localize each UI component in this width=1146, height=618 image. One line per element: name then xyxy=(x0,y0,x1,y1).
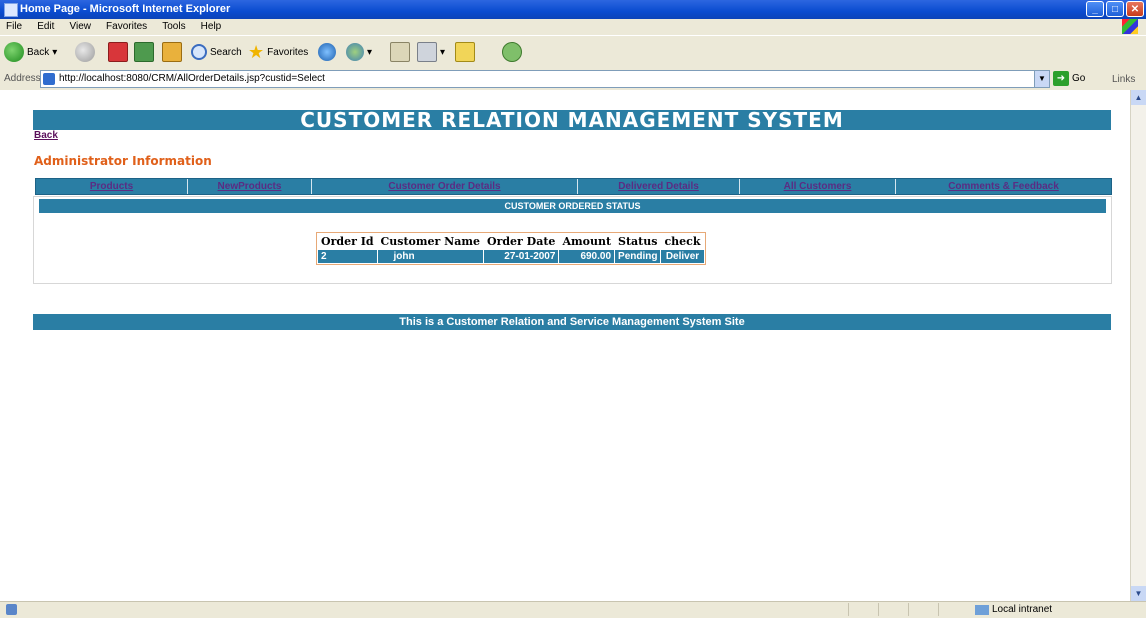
chevron-down-icon[interactable]: ▾ xyxy=(52,47,57,58)
print-icon xyxy=(417,42,437,62)
go-arrow-icon: ➜ xyxy=(1053,71,1069,86)
refresh-icon xyxy=(134,42,154,62)
header-order-id: Order Id xyxy=(318,234,377,249)
minimize-button[interactable]: _ xyxy=(1086,1,1104,17)
refresh-button[interactable] xyxy=(134,41,154,63)
security-zone: Local intranet xyxy=(975,604,1052,615)
header-order-date: Order Date xyxy=(483,234,559,249)
messenger-icon xyxy=(502,42,522,62)
cell-status: Pending xyxy=(615,250,661,263)
page-done-icon xyxy=(6,604,17,615)
mail-button[interactable] xyxy=(390,41,410,63)
status-bar: Local intranet xyxy=(0,601,1146,618)
footer-bar: This is a Customer Relation and Service … xyxy=(33,314,1111,330)
search-button[interactable]: Search xyxy=(191,41,242,63)
go-button[interactable]: ➜ Go xyxy=(1053,71,1085,86)
mail-icon xyxy=(390,42,410,62)
home-icon xyxy=(162,42,182,62)
history-button[interactable]: ▾ xyxy=(346,41,372,63)
links-button[interactable]: Links xyxy=(1112,74,1135,85)
menu-bar: File Edit View Favorites Tools Help xyxy=(0,19,1146,35)
print-button[interactable]: ▾ xyxy=(417,41,445,63)
stop-icon xyxy=(108,42,128,62)
scroll-up-icon[interactable]: ▲ xyxy=(1131,90,1146,105)
status-cell xyxy=(878,603,907,616)
window-title-bar[interactable]: Home Page - Microsoft Internet Explorer … xyxy=(0,0,1146,19)
media-icon xyxy=(318,43,336,61)
cell-amount: 690.00 xyxy=(559,250,615,263)
chevron-down-icon[interactable]: ▼ xyxy=(1034,71,1049,87)
cell-order-id: 2 xyxy=(318,250,377,263)
messenger-button[interactable] xyxy=(502,41,522,63)
status-cell xyxy=(848,603,877,616)
nav-customer-order-details[interactable]: Customer Order Details xyxy=(312,179,578,194)
forward-button[interactable] xyxy=(75,41,95,63)
nav-products[interactable]: Products xyxy=(36,179,188,194)
cell-order-date: 27-01-2007 xyxy=(483,250,559,263)
chevron-down-icon[interactable]: ▾ xyxy=(440,47,445,58)
home-button[interactable] xyxy=(162,41,182,63)
ie-page-icon xyxy=(43,73,55,85)
status-cell xyxy=(938,603,967,616)
intranet-icon xyxy=(975,604,989,615)
scroll-down-icon[interactable]: ▼ xyxy=(1131,586,1146,601)
windows-flag-icon xyxy=(1122,19,1138,34)
header-check: check xyxy=(661,234,704,249)
vertical-scrollbar[interactable]: ▲ ▼ xyxy=(1130,90,1146,601)
header-status: Status xyxy=(615,234,661,249)
menu-tools[interactable]: Tools xyxy=(156,19,191,32)
table-row: 2 john 27-01-2007 690.00 Pending Deliver xyxy=(318,250,704,263)
table-header-row: Order Id Customer Name Order Date Amount… xyxy=(318,234,704,249)
media-button[interactable] xyxy=(318,41,336,63)
nav-all-customers[interactable]: All Customers xyxy=(740,179,896,194)
address-label: Address xyxy=(4,73,41,84)
order-table: Order Id Customer Name Order Date Amount… xyxy=(316,232,706,265)
stop-button[interactable] xyxy=(108,41,128,63)
status-cell xyxy=(908,603,937,616)
nav-new-products[interactable]: NewProducts xyxy=(188,179,312,194)
deliver-link[interactable]: Deliver xyxy=(661,250,704,263)
header-customer-name: Customer Name xyxy=(377,234,483,249)
order-status-panel: CUSTOMER ORDERED STATUS Order Id Custome… xyxy=(33,196,1112,284)
menu-favorites[interactable]: Favorites xyxy=(100,19,153,32)
header-amount: Amount xyxy=(559,234,615,249)
admin-nav: Products NewProducts Customer Order Deta… xyxy=(35,178,1112,195)
address-input[interactable]: http://localhost:8080/CRM/AllOrderDetail… xyxy=(40,70,1050,88)
status-heading: CUSTOMER ORDERED STATUS xyxy=(39,199,1106,213)
search-icon xyxy=(191,44,207,60)
address-bar: Address http://localhost:8080/CRM/AllOrd… xyxy=(0,68,1146,91)
window-title: Home Page - Microsoft Internet Explorer xyxy=(20,3,231,15)
page-viewport: CUSTOMER RELATION MANAGEMENT SYSTEM Back… xyxy=(0,90,1130,601)
page-title: CUSTOMER RELATION MANAGEMENT SYSTEM xyxy=(33,110,1111,130)
favorites-button[interactable]: ★ Favorites xyxy=(248,41,308,63)
nav-delivered-details[interactable]: Delivered Details xyxy=(578,179,740,194)
edit-button[interactable] xyxy=(455,41,475,63)
ie-page-icon xyxy=(4,3,18,17)
menu-file[interactable]: File xyxy=(0,19,28,32)
folder-icon xyxy=(455,42,475,62)
back-link[interactable]: Back xyxy=(34,130,58,141)
history-icon xyxy=(346,43,364,61)
maximize-button[interactable]: □ xyxy=(1106,1,1124,17)
chevron-down-icon[interactable]: ▾ xyxy=(367,47,372,58)
menu-view[interactable]: View xyxy=(63,19,97,32)
menu-edit[interactable]: Edit xyxy=(31,19,60,32)
back-arrow-icon xyxy=(4,42,24,62)
address-url[interactable]: http://localhost:8080/CRM/AllOrderDetail… xyxy=(59,73,325,84)
admin-heading: Administrator Information xyxy=(34,154,212,168)
forward-arrow-icon xyxy=(75,42,95,62)
menu-help[interactable]: Help xyxy=(195,19,228,32)
star-icon: ★ xyxy=(248,41,265,62)
nav-comments-feedback[interactable]: Comments & Feedback xyxy=(896,179,1111,194)
close-button[interactable]: ✕ xyxy=(1126,1,1144,17)
cell-customer-name: john xyxy=(377,250,483,263)
standard-toolbar: Back ▾ Search ★ Favorites ▾ ▾ xyxy=(0,35,1146,69)
back-button[interactable]: Back ▾ xyxy=(4,41,57,63)
